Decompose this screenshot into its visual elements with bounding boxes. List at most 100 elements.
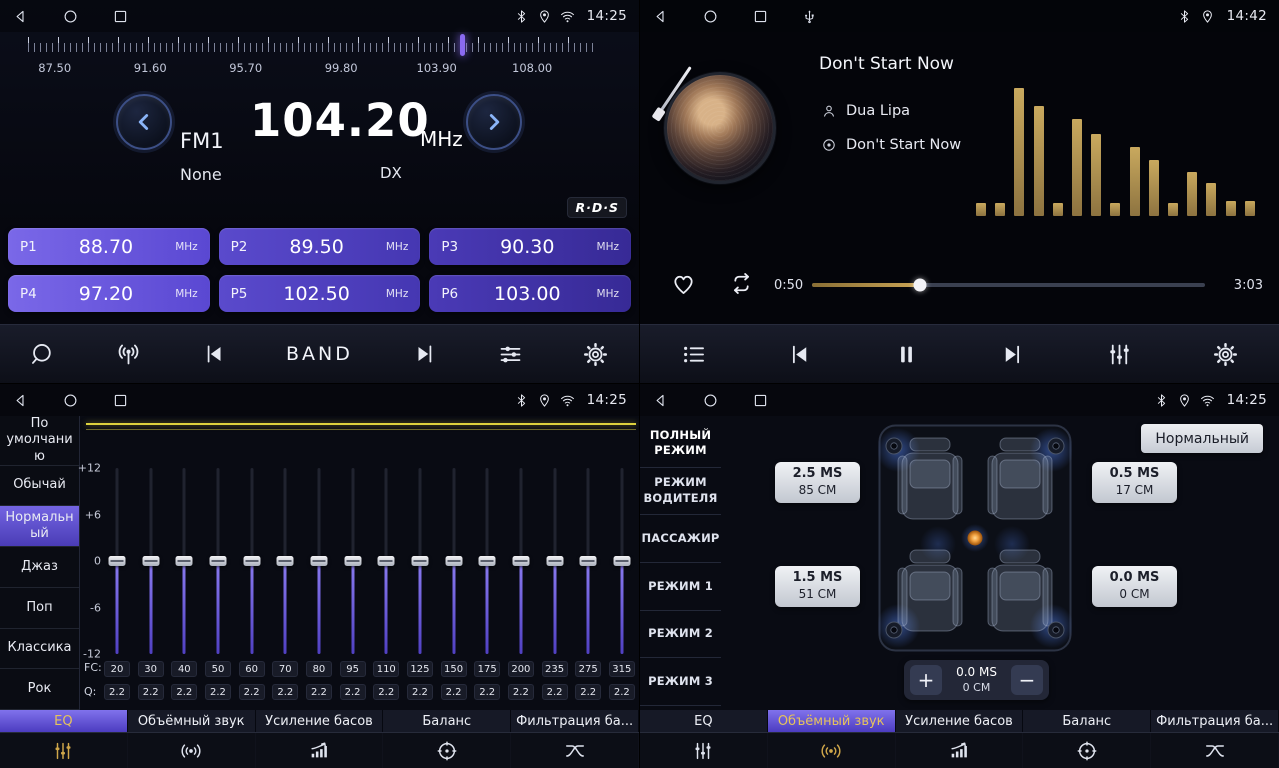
previous-track-button[interactable] xyxy=(786,341,813,368)
eq-slider-knob[interactable] xyxy=(546,556,563,566)
tab-eq[interactable]: EQ xyxy=(0,710,128,732)
eq-slider-knob[interactable] xyxy=(512,556,529,566)
home-button[interactable] xyxy=(62,392,79,409)
eq-band-slider[interactable] xyxy=(107,468,127,654)
tab-bass-boost-icon-button[interactable] xyxy=(256,733,384,768)
eq-preset-item[interactable]: Поп xyxy=(0,588,79,629)
recents-button[interactable] xyxy=(752,8,769,25)
tab-eq-icon-button[interactable] xyxy=(640,733,768,768)
tab-balance-icon-button[interactable] xyxy=(383,733,511,768)
eq-slider-knob[interactable] xyxy=(277,556,294,566)
eq-band-slider[interactable] xyxy=(141,468,161,654)
delay-front-left-button[interactable]: 2.5 MS 85 CM xyxy=(775,462,860,503)
eq-preset-item[interactable]: По умолчанию xyxy=(0,416,79,466)
eq-band-slider[interactable] xyxy=(275,468,295,654)
eq-slider-knob[interactable] xyxy=(613,556,630,566)
progress-knob[interactable] xyxy=(914,279,927,292)
tab-bass-boost[interactable]: Усиление басов xyxy=(896,710,1024,732)
tab-bass-boost[interactable]: Усиление басов xyxy=(256,710,384,732)
preset-P1-button[interactable]: P188.70MHz xyxy=(8,228,210,265)
seek-down-button[interactable] xyxy=(201,341,227,367)
frequency-scale[interactable]: 87.5091.6095.7099.80103.90108.00 xyxy=(28,37,597,81)
eq-slider-knob[interactable] xyxy=(344,556,361,566)
eq-band-slider[interactable] xyxy=(242,468,262,654)
eq-band-slider[interactable] xyxy=(174,468,194,654)
tune-down-button[interactable] xyxy=(116,94,172,150)
progress-bar[interactable] xyxy=(812,283,1205,287)
next-track-button[interactable] xyxy=(999,341,1026,368)
eq-band-slider[interactable] xyxy=(612,468,632,654)
recents-button[interactable] xyxy=(112,8,129,25)
eq-slider-knob[interactable] xyxy=(378,556,395,566)
eq-slider-knob[interactable] xyxy=(243,556,260,566)
preset-P6-button[interactable]: P6103.00MHz xyxy=(429,275,631,312)
eq-preset-item[interactable]: Обычай xyxy=(0,466,79,507)
seek-up-button[interactable] xyxy=(412,341,438,367)
eq-band-slider[interactable] xyxy=(477,468,497,654)
broadcast-button[interactable] xyxy=(115,341,142,368)
eq-preset-shortcut-button[interactable]: Нормальный xyxy=(1141,424,1263,453)
eq-slider-knob[interactable] xyxy=(209,556,226,566)
eq-preset-item[interactable]: Рок xyxy=(0,669,79,710)
mode-item[interactable]: РЕЖИМ 3 xyxy=(640,658,721,706)
home-button[interactable] xyxy=(702,392,719,409)
eq-band-slider[interactable] xyxy=(511,468,531,654)
eq-band-slider[interactable] xyxy=(410,468,430,654)
delay-decrease-button[interactable]: − xyxy=(1011,665,1043,695)
band-button[interactable]: BAND xyxy=(286,343,353,365)
mode-item[interactable]: РЕЖИМ 2 xyxy=(640,611,721,659)
tab-crossover-icon-button[interactable] xyxy=(511,733,639,768)
tab-crossover[interactable]: Фильтрация ба... xyxy=(1151,710,1279,732)
tab-balance[interactable]: Баланс xyxy=(383,710,511,732)
eq-band-slider[interactable] xyxy=(545,468,565,654)
eq-band-slider[interactable] xyxy=(343,468,363,654)
eq-slider-knob[interactable] xyxy=(310,556,327,566)
eq-slider-knob[interactable] xyxy=(445,556,462,566)
mode-item[interactable]: РЕЖИМ 1 xyxy=(640,563,721,611)
favorite-button[interactable] xyxy=(670,270,697,297)
preset-P2-button[interactable]: P289.50MHz xyxy=(219,228,421,265)
playlist-button[interactable] xyxy=(680,341,707,368)
tab-surround[interactable]: Объёмный звук xyxy=(768,710,896,732)
eq-slider-knob[interactable] xyxy=(109,556,126,566)
back-button[interactable] xyxy=(652,392,669,409)
tab-balance-icon-button[interactable] xyxy=(1023,733,1151,768)
home-button[interactable] xyxy=(702,8,719,25)
back-button[interactable] xyxy=(652,8,669,25)
eq-band-slider[interactable] xyxy=(578,468,598,654)
eq-slider-knob[interactable] xyxy=(580,556,597,566)
eq-slider-knob[interactable] xyxy=(479,556,496,566)
settings-button[interactable] xyxy=(582,341,609,368)
eq-slider-knob[interactable] xyxy=(142,556,159,566)
tab-crossover-icon-button[interactable] xyxy=(1151,733,1279,768)
eq-preset-item[interactable]: Классика xyxy=(0,629,79,670)
delay-rear-left-button[interactable]: 1.5 MS 51 CM xyxy=(775,566,860,607)
delay-front-right-button[interactable]: 0.5 MS 17 CM xyxy=(1092,462,1177,503)
pause-button[interactable] xyxy=(893,341,920,368)
tab-surround-icon-button[interactable] xyxy=(768,733,896,768)
mode-item[interactable]: ПАССАЖИР xyxy=(640,515,721,563)
back-button[interactable] xyxy=(12,8,29,25)
tune-up-button[interactable] xyxy=(466,94,522,150)
eq-preset-item[interactable]: Джаз xyxy=(0,547,79,588)
fader-button[interactable] xyxy=(1106,341,1133,368)
mode-item[interactable]: ПОЛНЫЙ РЕЖИМ xyxy=(640,420,721,468)
mode-item[interactable]: РЕЖИМ ВОДИТЕЛЯ xyxy=(640,468,721,516)
preset-P3-button[interactable]: P390.30MHz xyxy=(429,228,631,265)
eq-slider-knob[interactable] xyxy=(411,556,428,566)
eq-band-slider[interactable] xyxy=(309,468,329,654)
tab-crossover[interactable]: Фильтрация ба... xyxy=(511,710,639,732)
listening-position-marker[interactable] xyxy=(968,531,983,546)
recents-button[interactable] xyxy=(112,392,129,409)
tab-surround-icon-button[interactable] xyxy=(128,733,256,768)
delay-increase-button[interactable]: + xyxy=(910,665,942,695)
eq-band-slider[interactable] xyxy=(376,468,396,654)
scan-button[interactable] xyxy=(29,341,56,368)
delay-rear-right-button[interactable]: 0.0 MS 0 CM xyxy=(1092,566,1177,607)
back-button[interactable] xyxy=(12,392,29,409)
preset-P5-button[interactable]: P5102.50MHz xyxy=(219,275,421,312)
tab-bass-boost-icon-button[interactable] xyxy=(896,733,1024,768)
eq-band-slider[interactable] xyxy=(444,468,464,654)
recents-button[interactable] xyxy=(752,392,769,409)
settings-button[interactable] xyxy=(1212,341,1239,368)
